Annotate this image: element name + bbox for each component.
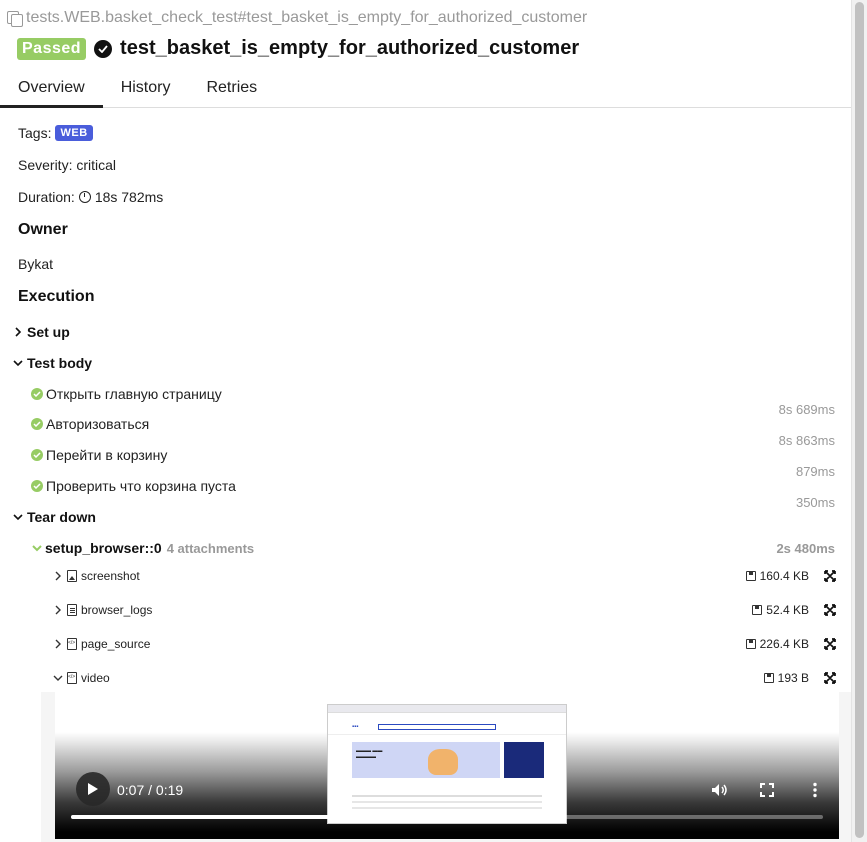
- check-circle-icon: [94, 39, 113, 58]
- severity-text: Severity: critical: [18, 157, 117, 173]
- scrollbar[interactable]: [851, 0, 867, 842]
- expand-icon[interactable]: [824, 638, 836, 650]
- attachment-size-value: 226.4 KB: [759, 637, 809, 651]
- tag-badge: WEB: [55, 125, 93, 141]
- duration-label: Duration:: [18, 189, 75, 205]
- expand-icon[interactable]: [824, 672, 836, 684]
- step-name: Перейти в корзину: [46, 447, 168, 463]
- teardown-group[interactable]: Tear down: [12, 509, 96, 525]
- step-row[interactable]: Проверить что корзина пуста: [31, 478, 236, 494]
- step-row[interactable]: Авторизоваться: [31, 416, 149, 432]
- owner-heading: Owner: [18, 221, 68, 238]
- breadcrumb-text: tests.WEB.basket_check_test#test_basket_…: [26, 9, 588, 26]
- code-file-icon: [67, 638, 77, 650]
- chevron-right-icon: [12, 327, 23, 338]
- owner-row: Bykat: [18, 256, 53, 272]
- fullscreen-icon[interactable]: [758, 781, 776, 799]
- chevron-right-icon: [52, 605, 63, 616]
- attachment-browser-logs[interactable]: browser_logs: [52, 603, 152, 617]
- step-duration: 8s 689ms: [778, 402, 835, 417]
- fixture-row[interactable]: setup_browser::0 4 attachments: [31, 540, 254, 556]
- attachment-name: video: [81, 671, 110, 685]
- chevron-down-icon: [12, 358, 23, 369]
- save-icon: [745, 571, 756, 581]
- tab-history[interactable]: History: [103, 70, 189, 108]
- chevron-right-icon: [52, 639, 63, 650]
- chevron-down-icon: [52, 673, 63, 684]
- execution-heading: Execution: [18, 288, 95, 305]
- attachment-name: browser_logs: [81, 603, 153, 617]
- tags-row: Tags: WEB: [18, 125, 93, 141]
- video-progress-fill: [71, 815, 350, 819]
- severity-row: Severity: critical: [18, 157, 116, 173]
- step-row[interactable]: Перейти в корзину: [31, 447, 167, 463]
- attachment-size: 226.4 KB: [745, 637, 809, 651]
- fixture-name: setup_browser::0: [45, 540, 162, 556]
- tab-overview[interactable]: Overview: [0, 70, 103, 108]
- scrollbar-thumb[interactable]: [855, 2, 864, 838]
- fixture-attachments-count: 4 attachments: [166, 540, 255, 556]
- attachment-size: 160.4 KB: [745, 569, 809, 583]
- test-body-label: Test body: [27, 355, 93, 371]
- chevron-right-icon: [52, 571, 63, 582]
- expand-icon[interactable]: [824, 570, 836, 582]
- breadcrumb[interactable]: tests.WEB.basket_check_test#test_basket_…: [6, 9, 587, 27]
- step-name: Авторизоваться: [46, 416, 150, 432]
- volume-icon[interactable]: [710, 781, 728, 799]
- attachment-page-source[interactable]: page_source: [52, 637, 150, 651]
- play-button[interactable]: [76, 772, 110, 806]
- step-duration: 879ms: [795, 464, 835, 479]
- check-circle-icon: [31, 480, 43, 492]
- tab-retries[interactable]: Retries: [188, 70, 275, 108]
- save-icon: [745, 639, 756, 649]
- owner-name: Bykat: [18, 256, 54, 272]
- video-player[interactable]: ▪▪▪ ▬▬▬ ▬▬ ▬▬▬▬ 0:07 / 0:19: [55, 692, 839, 839]
- attachment-size-value: 193 B: [777, 671, 809, 685]
- fixture-duration: 2s 480ms: [776, 541, 835, 556]
- test-body-group[interactable]: Test body: [12, 355, 92, 371]
- title-row: Passed test_basket_is_empty_for_authoriz…: [17, 37, 579, 60]
- attachment-name: page_source: [81, 637, 151, 651]
- attachment-size-value: 52.4 KB: [766, 603, 809, 617]
- page-title: test_basket_is_empty_for_authorized_cust…: [120, 37, 580, 59]
- step-name: Проверить что корзина пуста: [46, 478, 236, 494]
- status-badge: Passed: [17, 37, 87, 60]
- teardown-label: Tear down: [27, 509, 96, 525]
- duration-row: Duration: 18s 782ms: [18, 189, 163, 205]
- tab-bar: Overview History Retries: [0, 70, 851, 108]
- step-row[interactable]: Открыть главную страницу: [31, 386, 222, 402]
- expand-icon[interactable]: [824, 604, 836, 616]
- code-file-icon: [67, 672, 77, 684]
- text-file-icon: [67, 604, 77, 616]
- attachment-name: screenshot: [81, 569, 140, 583]
- duration-value: 18s 782ms: [94, 189, 164, 205]
- attachment-screenshot[interactable]: screenshot: [52, 569, 140, 583]
- tags-label: Tags:: [18, 125, 52, 141]
- video-time: 0:07 / 0:19: [117, 782, 184, 798]
- video-progress-bar[interactable]: [71, 815, 823, 819]
- step-name: Открыть главную страницу: [46, 386, 222, 402]
- attachment-size: 52.4 KB: [752, 603, 809, 617]
- test-result-page: tests.WEB.basket_check_test#test_basket_…: [0, 0, 851, 842]
- clock-icon: [78, 191, 91, 203]
- save-icon: [763, 673, 774, 683]
- check-circle-icon: [31, 418, 43, 430]
- image-file-icon: [67, 570, 77, 582]
- attachment-video[interactable]: video: [52, 671, 110, 685]
- setup-label: Set up: [27, 324, 70, 340]
- save-icon: [752, 605, 763, 615]
- video-frame-thumbnail: ▪▪▪ ▬▬▬ ▬▬ ▬▬▬▬: [327, 704, 567, 824]
- attachment-size: 193 B: [763, 671, 809, 685]
- check-circle-icon: [31, 449, 43, 461]
- setup-group[interactable]: Set up: [12, 324, 70, 340]
- more-options-icon[interactable]: [806, 781, 824, 799]
- attachment-size-value: 160.4 KB: [759, 569, 809, 583]
- check-circle-icon: [31, 388, 43, 400]
- chevron-down-icon: [12, 512, 23, 523]
- copy-icon[interactable]: [6, 10, 23, 27]
- video-container: ▪▪▪ ▬▬▬ ▬▬ ▬▬▬▬ 0:07 / 0:19: [41, 692, 851, 842]
- step-duration: 8s 863ms: [778, 433, 835, 448]
- chevron-down-icon: [31, 543, 42, 554]
- step-duration: 350ms: [795, 495, 835, 510]
